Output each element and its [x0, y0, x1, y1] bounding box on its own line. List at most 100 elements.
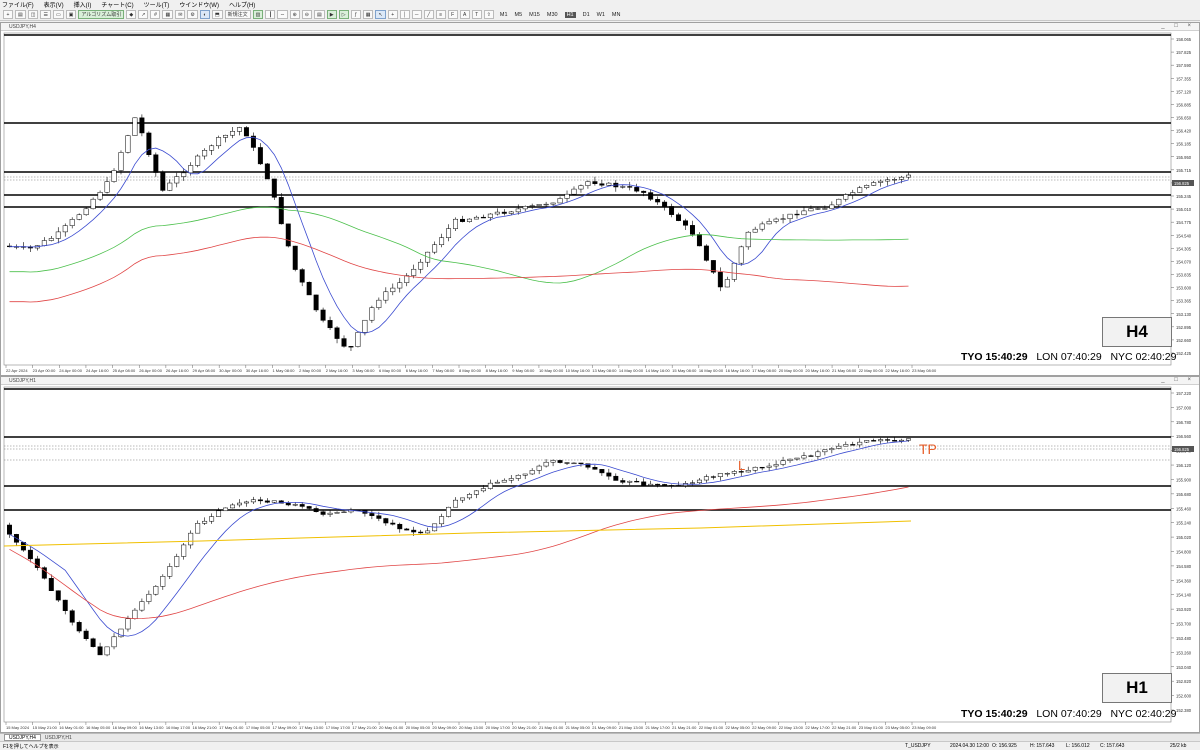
bull-candle: [606, 182, 612, 186]
bull-candle: [125, 618, 131, 630]
lock-icon[interactable]: ▦: [162, 10, 174, 19]
bear-candle: [299, 269, 305, 283]
tester-button[interactable]: ▣: [65, 10, 77, 19]
timeframe-m15[interactable]: M15: [529, 12, 540, 18]
candle-chart-button[interactable]: ┃: [265, 10, 276, 19]
fibonacci-icon[interactable]: F: [447, 10, 458, 19]
chart-tab[interactable]: USDJPY,H4: [4, 734, 41, 741]
timeframe-badge: H4: [1102, 317, 1172, 347]
meta-editor-button[interactable]: ◆: [126, 10, 137, 19]
autoscroll-button[interactable]: ▶: [326, 10, 337, 19]
bull-candle: [146, 593, 152, 602]
bear-candle: [557, 460, 563, 463]
bull-candle: [522, 473, 528, 476]
market-watch-button[interactable]: ◫: [27, 10, 39, 19]
bull-candle: [111, 636, 117, 648]
terminal-button[interactable]: ▭: [52, 10, 64, 19]
menu-item[interactable]: ファイル(F): [2, 0, 34, 9]
menu-item[interactable]: ウインドウ(W): [179, 0, 219, 9]
vertical-line-icon[interactable]: │: [399, 10, 410, 19]
text-icon[interactable]: A: [459, 10, 470, 19]
indicators-list-button[interactable]: ƒ: [350, 10, 361, 19]
settings-icon[interactable]: ⚙: [187, 10, 198, 19]
timeframe-mn[interactable]: MN: [612, 12, 621, 18]
chart-window-h1[interactable]: USDJPY,H1 _ □ × 157.220 157.000 156.780 156…: [0, 376, 1200, 733]
chart-shift-button[interactable]: ▷: [338, 10, 349, 19]
time-label: 1 May 08:00: [272, 368, 295, 373]
timeframe-h1[interactable]: H1: [564, 11, 576, 18]
trendline-icon[interactable]: ╱: [423, 10, 434, 19]
zoom-out-icon[interactable]: ⊖: [301, 10, 312, 19]
bar-chart-button[interactable]: ▥: [252, 10, 264, 19]
menu-item[interactable]: ヘルプ(H): [229, 0, 255, 9]
order-new-button[interactable]: 新規注文: [224, 10, 251, 19]
price-label: 158.065: [1176, 37, 1192, 42]
zoom-in-icon[interactable]: ⊕: [289, 10, 300, 19]
bull-candle: [167, 182, 173, 191]
new-chart-button[interactable]: +: [3, 10, 13, 19]
email-button[interactable]: ✉: [175, 10, 186, 19]
tile-windows-button[interactable]: ▤: [314, 10, 325, 19]
h4-chart-canvas[interactable]: 158.065 157.825 157.590 157.355 157.120 156.8…: [1, 31, 1199, 375]
bull-candle: [292, 504, 298, 506]
crosshair-icon[interactable]: +: [387, 10, 398, 19]
nyc-label: NYC: [1110, 708, 1133, 720]
line-chart-button[interactable]: ∼: [277, 10, 288, 19]
autotrade-button[interactable]: アルゴリズム取引: [78, 10, 125, 19]
cursor-icon[interactable]: ↖: [375, 10, 386, 19]
time-label: 17 May 13:00: [299, 725, 324, 730]
bear-candle: [62, 599, 68, 611]
templates-button[interactable]: ▦: [362, 10, 374, 19]
price-label: 156.560: [1176, 434, 1192, 439]
price-label: 154.070: [1176, 259, 1192, 264]
timeframe-m30[interactable]: M30: [547, 12, 558, 18]
grid-button[interactable]: #: [150, 10, 161, 19]
bull-candle: [787, 213, 793, 220]
channel-icon[interactable]: ≡: [435, 10, 446, 19]
chart-window-h4[interactable]: USDJPY,H4 _ □ × 158.065 157.825 157.590 157…: [0, 22, 1200, 376]
horizontal-line-icon[interactable]: ─: [411, 10, 422, 19]
chart-tab[interactable]: USDJPY,H1: [41, 734, 76, 741]
label-icon[interactable]: T: [471, 10, 482, 19]
indicator-button[interactable]: ⬒: [211, 10, 223, 19]
time-label: 30 Apr 16:00: [246, 368, 269, 373]
timeframe-d1[interactable]: D1: [583, 12, 590, 18]
time-label: 16 May 09:00: [113, 725, 138, 730]
tyo-time: 15:40:29: [985, 351, 1028, 363]
bear-candle: [306, 506, 312, 509]
window-controls-icon[interactable]: _ □ ×: [1161, 23, 1195, 29]
h1-chart-canvas[interactable]: 157.220157.000156.780156.560156.340156.1…: [1, 385, 1199, 733]
timeframe-m5[interactable]: M5: [515, 12, 523, 18]
color-button[interactable]: ◐: [199, 10, 210, 19]
bull-candle: [62, 225, 68, 233]
menu-item[interactable]: チャート(C): [101, 0, 133, 9]
arrows-icon[interactable]: ⇧: [483, 10, 494, 19]
bull-candle: [487, 213, 493, 218]
bull-candle: [843, 194, 849, 200]
bull-candle: [822, 449, 828, 453]
menu-item[interactable]: 挿入(I): [74, 0, 92, 9]
timeframe-w1[interactable]: W1: [597, 12, 605, 18]
bear-candle: [648, 192, 654, 200]
bull-candle: [759, 223, 765, 230]
bull-candle: [188, 532, 194, 546]
bull-candle: [836, 445, 842, 449]
bull-candle: [216, 510, 222, 517]
bull-candle: [585, 181, 591, 186]
time-label: 20 May 16:00: [805, 368, 830, 373]
arrow-button[interactable]: ↗: [138, 10, 149, 19]
profile-name[interactable]: T_USDJPY: [905, 743, 931, 749]
bull-candle: [195, 155, 201, 166]
profiles-button[interactable]: ▤: [15, 10, 26, 19]
bull-candle: [689, 482, 695, 484]
bull-candle: [780, 218, 786, 220]
time-label: 17 May 05:00: [246, 725, 271, 730]
menu-item[interactable]: ツール(T): [144, 0, 170, 9]
timeframe-m1[interactable]: M1: [500, 12, 508, 18]
time-label: 16 May 17:00: [166, 725, 191, 730]
time-label: 20 May 13:00: [459, 725, 484, 730]
lon-label: LON: [1036, 708, 1058, 720]
navigator-button[interactable]: ☰: [40, 10, 51, 19]
window-controls-icon[interactable]: _ □ ×: [1161, 377, 1195, 383]
menu-item[interactable]: 表示(V): [44, 0, 64, 9]
